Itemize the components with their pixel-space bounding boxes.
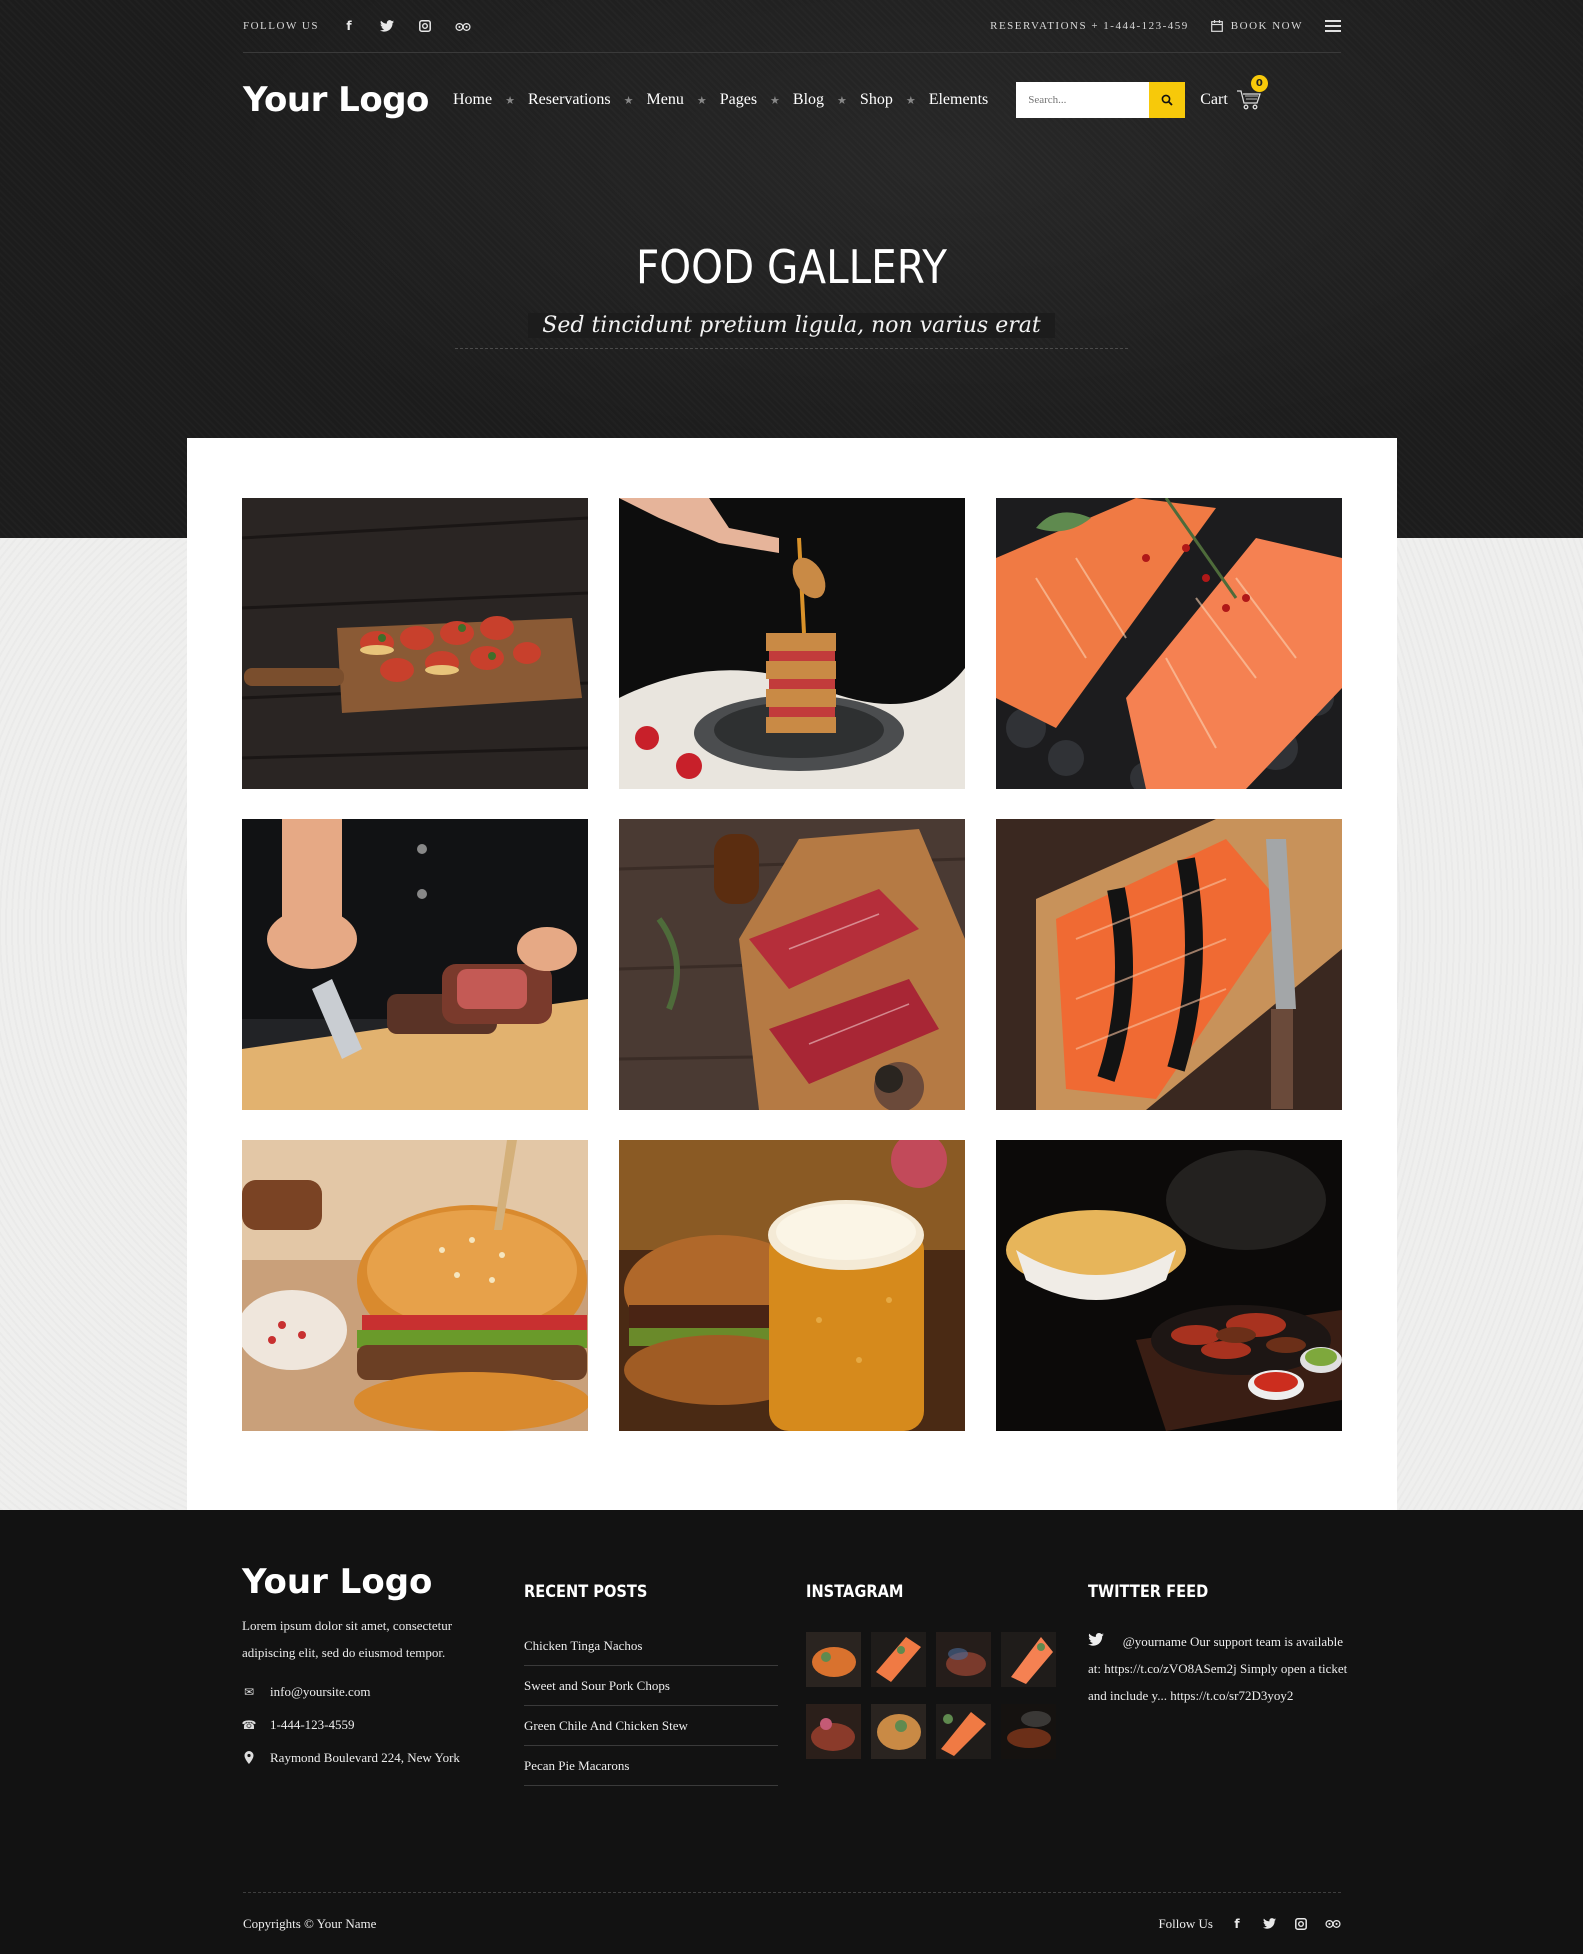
footer-instagram: INSTAGRAM <box>806 1562 1066 1759</box>
star-separator-icon: ★ <box>905 93 916 107</box>
map-pin-icon <box>242 1751 256 1764</box>
nav-elements[interactable]: Elements <box>929 91 989 109</box>
instagram-heading: INSTAGRAM <box>806 1582 904 1602</box>
twitter-icon <box>1088 1632 1109 1650</box>
footer-phone: 1-444-123-4559 <box>270 1716 355 1732</box>
star-separator-icon: ★ <box>837 93 847 107</box>
cart-count-badge: 0 <box>1250 75 1268 92</box>
site-footer: Your Logo Lorem ipsum dolor sit amet, co… <box>0 1510 1583 1954</box>
search-input[interactable] <box>1016 82 1150 118</box>
gallery-item-fajitas[interactable] <box>996 1140 1342 1431</box>
instagram-thumb[interactable] <box>806 1704 861 1759</box>
nav-reservations[interactable]: Reservations <box>528 91 611 109</box>
gallery-item-burger-beer[interactable] <box>619 1140 965 1431</box>
recent-post-link[interactable]: Sweet and Sour Pork Chops <box>524 1666 778 1706</box>
follow-us-label: FOLLOW US <box>243 20 319 32</box>
nav-shop[interactable]: Shop <box>860 91 893 109</box>
recent-post-link[interactable]: Chicken Tinga Nachos <box>524 1626 778 1666</box>
footer-twitter: TWITTER FEED @yourname Our support team … <box>1088 1562 1348 1709</box>
instagram-thumb[interactable] <box>1001 1632 1056 1687</box>
site-logo[interactable]: Your Logo <box>243 80 453 120</box>
instagram-thumb[interactable] <box>806 1632 861 1687</box>
cart-icon <box>1236 90 1261 110</box>
gallery-item-raw-beef[interactable] <box>619 819 965 1110</box>
calendar-icon <box>1210 20 1223 32</box>
gallery-item-burger-rice[interactable] <box>242 1140 588 1431</box>
cart-label: Cart <box>1200 91 1228 108</box>
star-separator-icon: ★ <box>696 93 707 107</box>
footer-follow-label: Follow Us <box>1158 1915 1213 1931</box>
gallery-item-salmon-caviar[interactable] <box>996 819 1342 1110</box>
star-separator-icon: ★ <box>505 93 515 107</box>
recent-post-link[interactable]: Pecan Pie Macarons <box>524 1746 778 1786</box>
nav-menu[interactable]: Menu <box>647 91 684 109</box>
twitter-feed-heading: TWITTER FEED <box>1088 1582 1209 1602</box>
nav-blog[interactable]: Blog <box>793 91 824 109</box>
tweet: @yourname Our support team is available … <box>1088 1628 1348 1709</box>
footer-email-row[interactable]: ✉ info@yoursite.com <box>242 1680 492 1703</box>
footer-bottom-bar: Copyrights © Your Name Follow Us f <box>243 1892 1341 1954</box>
instagram-thumb[interactable] <box>936 1704 991 1759</box>
menu-icon[interactable] <box>1325 20 1341 32</box>
instagram-thumb[interactable] <box>871 1704 926 1759</box>
page-subtitle: Sed tincidunt pretium ligula, non varius… <box>528 313 1055 338</box>
search-button[interactable] <box>1149 82 1186 118</box>
book-now-label: BOOK NOW <box>1230 20 1303 32</box>
gallery-grid <box>242 498 1342 1431</box>
instagram-thumb[interactable] <box>1001 1704 1056 1759</box>
nav-home[interactable]: Home <box>453 91 492 109</box>
twitter-icon[interactable] <box>379 18 395 34</box>
main-navigation: Your Logo Home ★ Reservations ★ Menu ★ P… <box>243 70 1341 130</box>
gallery-item-french-toast[interactable] <box>619 498 965 789</box>
footer-address-row: Raymond Boulevard 224, New York <box>242 1746 492 1769</box>
search-icon <box>1161 94 1173 106</box>
instagram-thumb[interactable] <box>871 1632 926 1687</box>
facebook-icon[interactable]: f <box>341 18 357 34</box>
instagram-grid <box>806 1632 1066 1759</box>
instagram-icon[interactable] <box>417 18 433 34</box>
footer-about: Your Logo Lorem ipsum dolor sit amet, co… <box>242 1562 492 1769</box>
footer-email: info@yoursite.com <box>270 1683 371 1699</box>
recent-posts-heading: RECENT POSTS <box>524 1582 648 1602</box>
tweet-handle[interactable]: @yourname <box>1123 1634 1187 1649</box>
gallery-card <box>187 438 1397 1510</box>
page-title: FOOD GALLERY <box>635 240 948 294</box>
footer-phone-row[interactable]: ☎ 1-444-123-4559 <box>242 1713 492 1736</box>
star-separator-icon: ★ <box>623 93 634 107</box>
footer-recent-posts: RECENT POSTS Chicken Tinga Nachos Sweet … <box>524 1562 784 1786</box>
footer-logo[interactable]: Your Logo <box>242 1562 492 1602</box>
top-bar: FOLLOW US f RESERVATIONS + 1-444-123-459… <box>243 0 1341 53</box>
instagram-icon[interactable] <box>1293 1916 1309 1932</box>
book-now-link[interactable]: BOOK NOW <box>1210 20 1303 32</box>
copyright-text: Copyrights © Your Name <box>243 1915 377 1931</box>
star-separator-icon: ★ <box>770 93 780 107</box>
phone-icon: ☎ <box>241 1717 257 1732</box>
instagram-thumb[interactable] <box>936 1632 991 1687</box>
page-subtitle-wrap: Sed tincidunt pretium ligula, non varius… <box>455 313 1128 349</box>
gallery-item-bruschetta[interactable] <box>242 498 588 789</box>
twitter-icon[interactable] <box>1261 1916 1277 1932</box>
footer-address: Raymond Boulevard 224, New York <box>270 1749 460 1765</box>
tripadvisor-icon[interactable] <box>455 18 471 34</box>
gallery-item-chef-steak[interactable] <box>242 819 588 1110</box>
recent-post-link[interactable]: Green Chile And Chicken Stew <box>524 1706 778 1746</box>
envelope-icon: ✉ <box>243 1684 255 1699</box>
nav-pages[interactable]: Pages <box>720 91 757 109</box>
facebook-icon[interactable]: f <box>1229 1916 1245 1932</box>
reservations-phone[interactable]: RESERVATIONS + 1-444-123-459 <box>990 20 1189 32</box>
search-form <box>1016 82 1186 118</box>
cart-link[interactable]: Cart 0 <box>1200 75 1268 111</box>
tripadvisor-icon[interactable] <box>1325 1916 1341 1932</box>
footer-about-text: Lorem ipsum dolor sit amet, consectetur … <box>242 1618 453 1660</box>
gallery-item-salmon[interactable] <box>996 498 1342 789</box>
